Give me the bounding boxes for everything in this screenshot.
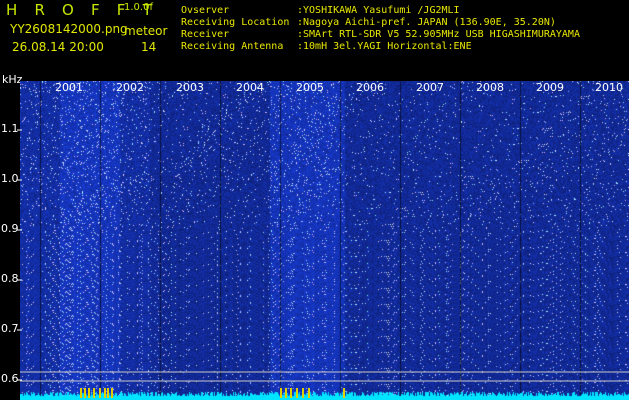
info-key: Receiving Location [181, 17, 290, 28]
y-tick-label: 0.9 [1, 222, 19, 235]
x-tick-label: 2007 [416, 81, 444, 94]
x-tick-label: 2004 [236, 81, 264, 94]
y-tick-label: 0.7 [1, 322, 19, 335]
x-tick-label: 2009 [536, 81, 564, 94]
info-key: Ovserver [181, 5, 230, 16]
info-row-observer: Ovserver :YOSHIKAWA Yasufumi /JG2MLI [181, 5, 460, 16]
x-tick-label: 2010 [595, 81, 623, 94]
x-tick-label: 2003 [176, 81, 204, 94]
info-row-receiver: Receiver :SMArt RTL-SDR V5 52.905MHz USB … [181, 29, 580, 40]
x-tick-label: 2002 [116, 81, 144, 94]
info-value: :YOSHIKAWA Yasufumi /JG2MLI [297, 5, 460, 16]
capture-datetime: 26.08.14 20:00 [12, 40, 104, 54]
x-tick-label: 2001 [55, 81, 83, 94]
info-value: :Nagoya Aichi-pref. JAPAN (136.90E, 35.2… [297, 17, 556, 28]
y-tick-label: 0.8 [1, 272, 19, 285]
info-value: :10mH 3el.YAGI Horizontal:ENE [297, 41, 472, 52]
spectrogram [20, 81, 629, 400]
y-tick-label: 1.1 [1, 122, 19, 135]
info-key: Receiver [181, 29, 230, 40]
info-row-location: Receiving Location :Nagoya Aichi-pref. JA… [181, 17, 556, 28]
meteor-count-label: meteor [124, 24, 168, 38]
app-version: 1.0.0f [124, 2, 153, 13]
hrofft-window: H R O F F T 1.0.0f YY2608142000.png 26.0… [0, 0, 629, 400]
meteor-count-value: 14 [141, 40, 157, 54]
image-filename: YY2608142000.png [10, 22, 128, 36]
y-tick-label: 0.6 [1, 372, 19, 385]
info-row-antenna: Receiving Antenna :10mH 3el.YAGI Horizont… [181, 41, 472, 52]
y-tick-label: 1.0 [1, 172, 19, 185]
x-tick-label: 2008 [476, 81, 504, 94]
info-value: :SMArt RTL-SDR V5 52.905MHz USB HIGASHIM… [297, 29, 580, 40]
info-key: Receiving Antenna [181, 41, 284, 52]
x-tick-label: 2005 [296, 81, 324, 94]
x-tick-label: 2006 [356, 81, 384, 94]
